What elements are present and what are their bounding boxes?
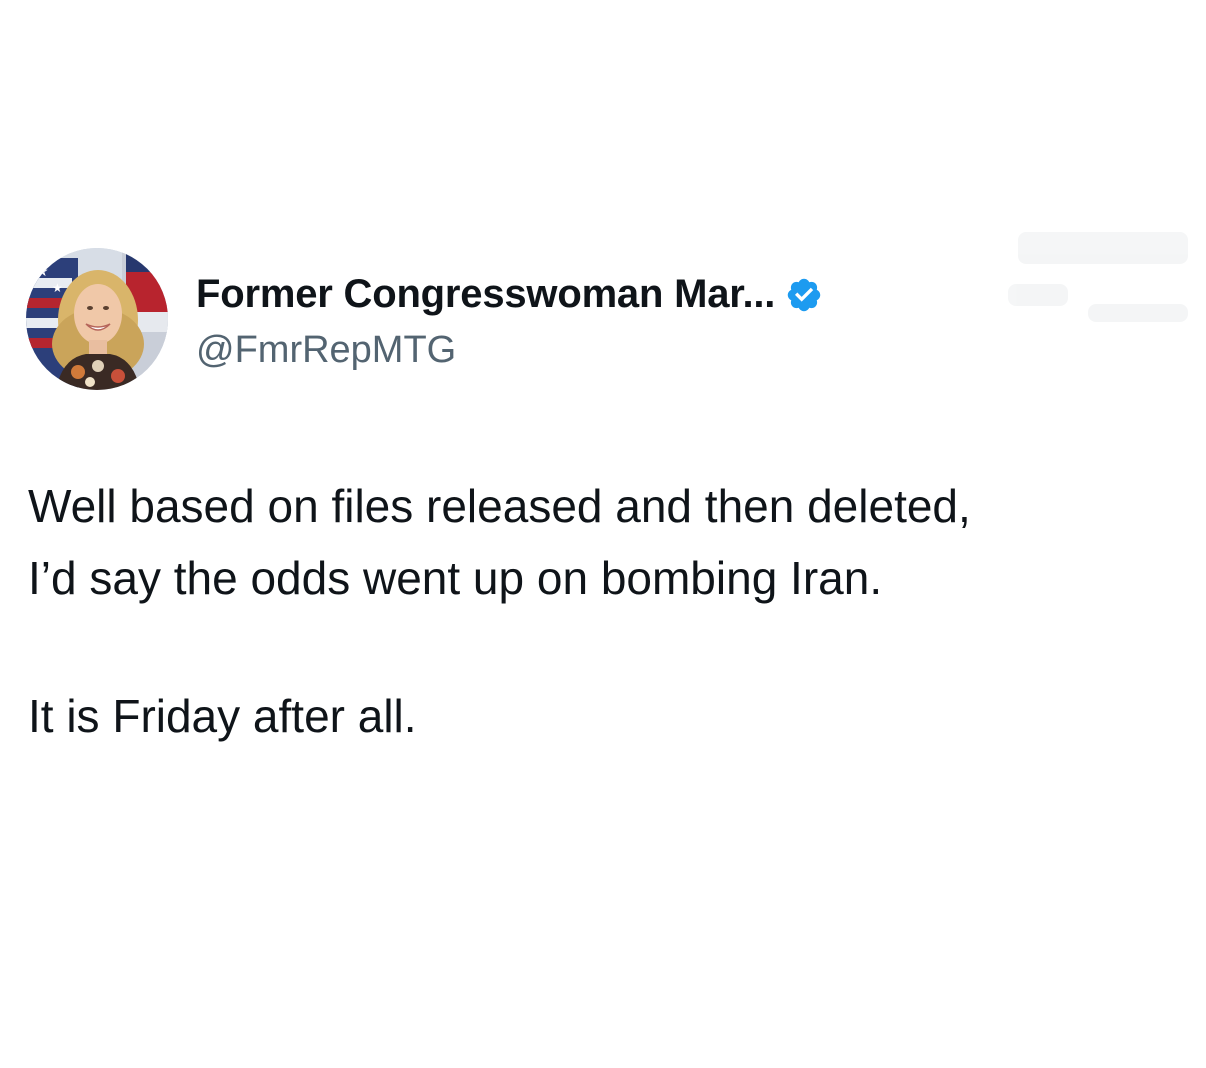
tweet-paragraph: It is Friday after all. xyxy=(28,690,417,742)
svg-text:★: ★ xyxy=(52,281,63,295)
display-name-row[interactable]: Former Congresswoman Mar... xyxy=(196,267,823,323)
tweet-text: Well based on files released and then de… xyxy=(28,470,1188,752)
author-handle[interactable]: @FmrRepMTG xyxy=(196,329,823,372)
faded-header-actions xyxy=(978,222,1198,332)
avatar[interactable]: ★ ★ xyxy=(26,248,168,390)
svg-text:★: ★ xyxy=(36,264,49,280)
tweet-paragraph: Well based on files released and then de… xyxy=(28,480,971,604)
verified-badge-icon xyxy=(785,276,823,314)
author-info: Former Congresswoman Mar... @FmrRepMTG xyxy=(196,267,823,372)
tweet-header: ★ ★ Former Congresswoman Mar... @FmrRepM… xyxy=(26,247,823,391)
profile-photo-icon: ★ ★ xyxy=(26,248,168,390)
display-name[interactable]: Former Congresswoman Mar... xyxy=(196,272,775,317)
tweet-card: ★ ★ Former Congresswoman Mar... @FmrRepM… xyxy=(0,0,1206,1068)
